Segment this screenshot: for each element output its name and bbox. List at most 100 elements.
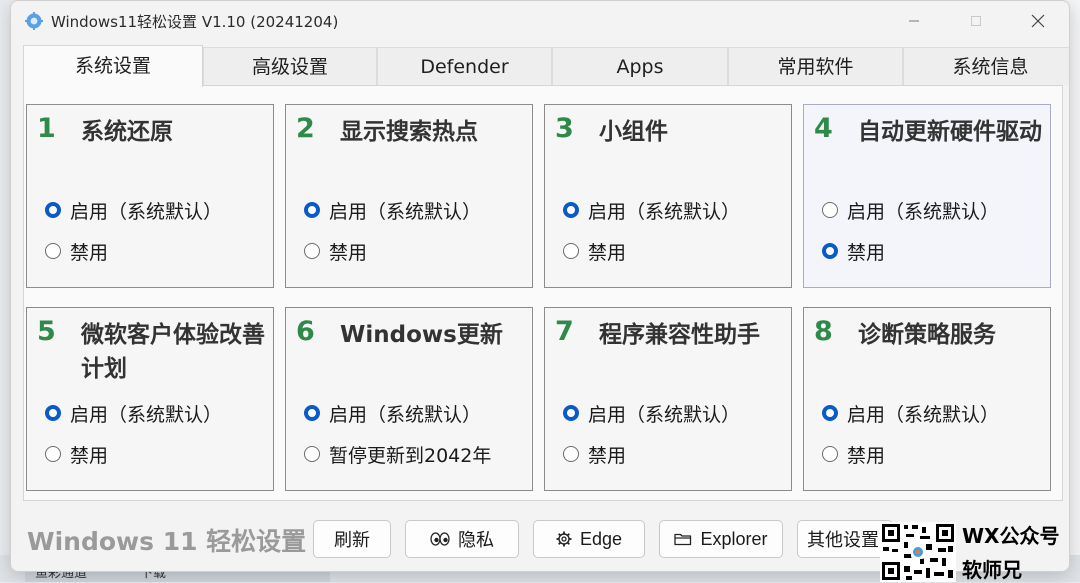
card-title: 微软客户体验改善计划 [81,322,265,382]
qr-code-icon [880,522,956,582]
edge-label: Edge [579,528,623,549]
minimize-icon[interactable] [891,7,937,35]
radio-selected-icon[interactable] [45,405,61,421]
card-title: 显示搜索热点 [340,119,478,145]
watermark-line1: WX公众号 [962,524,1060,548]
card-title: 小组件 [599,119,668,145]
radio-selected-icon[interactable] [563,405,579,421]
radio-enable[interactable]: 启用（系统默认） [45,400,222,426]
privacy-button[interactable]: 隐私 [405,520,519,558]
radio-label: 启用（系统默认） [588,200,741,223]
radio-enable[interactable]: 启用（系统默认） [304,197,481,223]
radio-label: 启用（系统默认） [588,403,741,426]
radio-selected-icon[interactable] [304,405,320,421]
refresh-label: 刷新 [334,530,370,550]
card-compat-assistant: 7 程序兼容性助手 启用（系统默认） 禁用 [544,307,792,491]
radio-label: 启用（系统默认） [329,200,482,223]
radio-selected-icon[interactable] [304,202,320,218]
radio-disable[interactable]: 禁用 [822,238,885,264]
privacy-label: 隐私 [458,530,494,550]
folder-icon [674,532,692,546]
radio-label: 禁用 [588,241,627,264]
radio-label: 禁用 [329,241,368,264]
radio-selected-icon[interactable] [45,202,61,218]
settings-panel: 1 系统还原 启用（系统默认） 禁用 2 显示搜索热点 启用（系统默认） 禁用 … [23,85,1063,501]
gear-app-icon [25,12,43,30]
radio-unselected-icon[interactable] [822,446,838,462]
card-number: 5 [37,316,56,347]
radio-unselected-icon[interactable] [304,446,320,462]
radio-label: 暂停更新到2042年 [329,444,492,467]
radio-enable[interactable]: 启用（系统默认） [563,400,740,426]
radio-enable[interactable]: 启用（系统默认） [563,197,740,223]
radio-label: 禁用 [70,444,109,467]
radio-enable[interactable]: 启用（系统默认） [822,400,999,426]
tab-system-settings[interactable]: 系统设置 [23,45,203,87]
watermark: WX公众号 软师兄 [880,520,1080,582]
app-window: Windows11轻松设置 V1.10 (20241204) 系统设置 高级设置… [10,0,1070,572]
tab-advanced-settings[interactable]: 高级设置 [203,47,377,85]
card-system-restore: 1 系统还原 启用（系统默认） 禁用 [26,104,274,288]
radio-unselected-icon[interactable] [563,446,579,462]
edge-button[interactable]: Edge [533,520,645,558]
watermark-line2: 软师兄 [962,558,1022,582]
card-title: 系统还原 [81,119,173,145]
card-title: 诊断策略服务 [858,322,996,348]
radio-label: 启用（系统默认） [329,403,482,426]
radio-label: 启用（系统默认） [847,200,1000,223]
card-title: 程序兼容性助手 [599,322,760,348]
card-title: 自动更新硬件驱动 [858,119,1042,145]
other-settings-button[interactable]: 其他设置 [797,520,893,558]
radio-unselected-icon[interactable] [45,243,61,259]
radio-unselected-icon[interactable] [45,446,61,462]
radio-selected-icon[interactable] [822,243,838,259]
eyes-icon [430,532,450,546]
radio-pause-updates[interactable]: 暂停更新到2042年 [304,441,491,467]
card-windows-update: 6 Windows更新 启用（系统默认） 暂停更新到2042年 [285,307,533,491]
radio-disable[interactable]: 禁用 [45,238,108,264]
radio-disable[interactable]: 禁用 [304,238,367,264]
radio-label: 禁用 [847,444,886,467]
window-title: Windows11轻松设置 V1.10 (20241204) [51,13,339,31]
maximize-icon[interactable] [953,7,999,35]
radio-label: 启用（系统默认） [847,403,1000,426]
gear-icon [556,531,572,547]
card-diagnostic-policy: 8 诊断策略服务 启用（系统默认） 禁用 [803,307,1051,491]
radio-enable[interactable]: 启用（系统默认） [304,400,481,426]
card-number: 2 [296,113,315,144]
close-icon[interactable] [1015,7,1061,35]
radio-unselected-icon[interactable] [822,202,838,218]
tab-defender[interactable]: Defender [377,47,552,85]
card-number: 7 [555,316,574,347]
radio-unselected-icon[interactable] [563,243,579,259]
card-ceip: 5 微软客户体验改善计划 启用（系统默认） 禁用 [26,307,274,491]
radio-selected-icon[interactable] [563,202,579,218]
radio-label: 禁用 [847,241,886,264]
explorer-button[interactable]: Explorer [659,520,783,558]
tab-apps[interactable]: Apps [552,47,728,85]
title-bar[interactable]: Windows11轻松设置 V1.10 (20241204) [11,1,1069,41]
card-number: 3 [555,113,574,144]
card-number: 8 [814,316,833,347]
radio-disable[interactable]: 禁用 [822,441,885,467]
radio-enable[interactable]: 启用（系统默认） [822,197,999,223]
card-search-highlights: 2 显示搜索热点 启用（系统默认） 禁用 [285,104,533,288]
radio-label: 禁用 [70,241,109,264]
other-settings-label: 其他设置 [807,530,879,550]
radio-disable[interactable]: 禁用 [563,238,626,264]
tab-bar: 系统设置 高级设置 Defender Apps 常用软件 系统信息 [23,45,1069,87]
explorer-label: Explorer [700,528,768,549]
radio-enable[interactable]: 启用（系统默认） [45,197,222,223]
radio-selected-icon[interactable] [822,405,838,421]
tab-common-software[interactable]: 常用软件 [728,47,903,85]
card-title: Windows更新 [340,322,503,348]
card-number: 6 [296,316,315,347]
radio-disable[interactable]: 禁用 [45,441,108,467]
card-number: 1 [37,113,56,144]
radio-disable[interactable]: 禁用 [563,441,626,467]
card-widgets: 3 小组件 启用（系统默认） 禁用 [544,104,792,288]
radio-unselected-icon[interactable] [304,243,320,259]
refresh-button[interactable]: 刷新 [313,520,391,558]
radio-label: 启用（系统默认） [70,403,223,426]
tab-system-info[interactable]: 系统信息 [903,47,1069,85]
